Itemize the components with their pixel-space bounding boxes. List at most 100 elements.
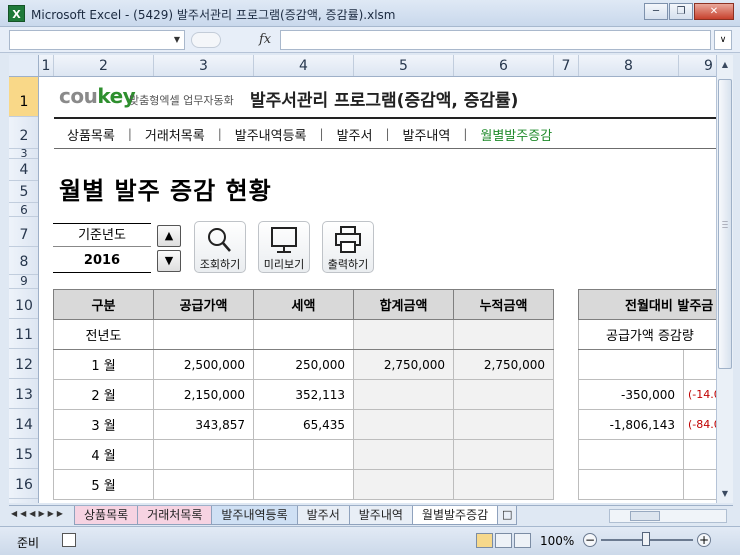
supply-cell[interactable]: 2,500,000	[153, 349, 254, 380]
row-header[interactable]: 4	[9, 159, 38, 181]
total-cell[interactable]	[353, 379, 454, 410]
change-amount-cell[interactable]	[578, 469, 684, 500]
supply-cell[interactable]	[153, 439, 254, 470]
zoom-level[interactable]: 100%	[540, 534, 574, 548]
normal-view-icon[interactable]	[476, 533, 493, 548]
row-header[interactable]: 5	[9, 181, 38, 203]
scroll-up-icon[interactable]: ▲	[717, 57, 733, 73]
nav-item-order-history[interactable]: 발주내역	[390, 125, 464, 144]
month-label[interactable]: 1 월	[53, 349, 154, 380]
cumulative-cell[interactable]	[453, 409, 554, 440]
month-label[interactable]: 4 월	[53, 439, 154, 470]
nav-item-clients[interactable]: 거래처목록	[132, 125, 218, 144]
row-header[interactable]: 3	[9, 148, 38, 159]
column-header[interactable]: 4	[254, 55, 354, 76]
minimize-button[interactable]: ─	[644, 3, 668, 20]
change-rate-cell[interactable]: (-14.0%	[683, 379, 716, 410]
search-button[interactable]: 조회하기	[194, 221, 246, 273]
tax-cell[interactable]	[253, 439, 354, 470]
tax-cell[interactable]: 65,435	[253, 409, 354, 440]
zoom-out-icon[interactable]: −	[583, 533, 597, 547]
name-box[interactable]: ▼	[9, 30, 185, 50]
row-header[interactable]: 7	[9, 217, 38, 247]
base-year-value[interactable]: 2016	[53, 248, 151, 273]
column-header[interactable]: 9	[679, 55, 716, 76]
sheet-tab-purchase-order[interactable]: 발주서	[296, 506, 350, 525]
column-header[interactable]: 6	[454, 55, 554, 76]
row-header[interactable]: 11	[9, 319, 38, 349]
row-header[interactable]: 1	[9, 77, 38, 117]
zoom-slider-thumb[interactable]	[642, 532, 650, 546]
cell[interactable]	[353, 319, 454, 350]
sheet-tab-order-entry[interactable]: 발주내역등록	[211, 506, 298, 525]
change-amount-cell[interactable]	[578, 439, 684, 470]
vertical-scrollbar[interactable]: ▲ — — — ▼	[716, 55, 733, 503]
zoom-in-icon[interactable]: +	[697, 533, 711, 547]
change-amount-cell[interactable]: -350,000	[578, 379, 684, 410]
sheet-tab-order-history[interactable]: 발주내역	[348, 506, 413, 525]
row-header[interactable]: 9	[9, 275, 38, 289]
change-amount-cell[interactable]: -1,806,143	[578, 409, 684, 440]
total-cell[interactable]	[353, 439, 454, 470]
tax-cell[interactable]: 352,113	[253, 379, 354, 410]
column-header[interactable]: 1	[39, 55, 54, 76]
preview-button[interactable]: 미리보기	[258, 221, 310, 273]
row-header[interactable]: 10	[9, 289, 38, 319]
page-break-view-icon[interactable]	[514, 533, 531, 548]
column-header[interactable]: 8	[579, 55, 679, 76]
nav-item-products[interactable]: 상품목록	[54, 125, 128, 144]
total-cell[interactable]	[353, 409, 454, 440]
year-down-button[interactable]: ▼	[157, 250, 181, 272]
cumulative-cell[interactable]	[453, 379, 554, 410]
print-button[interactable]: 출력하기	[322, 221, 374, 273]
select-all-corner[interactable]	[9, 55, 39, 77]
cell[interactable]	[453, 319, 554, 350]
change-rate-cell[interactable]	[683, 469, 716, 500]
macro-record-icon[interactable]	[62, 533, 76, 547]
sheet-tab-clients[interactable]: 거래처목록	[137, 506, 213, 525]
year-up-button[interactable]: ▲	[157, 225, 181, 247]
supply-cell[interactable]: 2,150,000	[153, 379, 254, 410]
row-header[interactable]: 14	[9, 409, 38, 439]
cumulative-cell[interactable]	[453, 469, 554, 500]
cumulative-cell[interactable]	[453, 439, 554, 470]
supply-cell[interactable]	[153, 469, 254, 500]
change-rate-cell[interactable]	[683, 439, 716, 470]
column-header[interactable]: 3	[154, 55, 254, 76]
sheet-tab-products[interactable]: 상품목록	[74, 506, 139, 525]
nav-item-monthly-change[interactable]: 월별발주증감	[467, 125, 565, 144]
insert-function-icon[interactable]: fx	[259, 32, 271, 47]
nav-item-purchase-order[interactable]: 발주서	[324, 125, 386, 144]
tab-navigation-icons[interactable]: ◀◀◀▶▶▶	[11, 509, 66, 518]
cell[interactable]	[153, 319, 254, 350]
horizontal-scrollbar[interactable]	[609, 509, 727, 523]
scrollbar-thumb[interactable]: — — —	[718, 79, 732, 369]
cell[interactable]	[253, 319, 354, 350]
column-header[interactable]: 2	[54, 55, 154, 76]
change-amount-cell[interactable]	[578, 349, 684, 380]
column-header[interactable]: 7	[554, 55, 579, 76]
cumulative-cell[interactable]: 2,750,000	[453, 349, 554, 380]
supply-cell[interactable]: 343,857	[153, 409, 254, 440]
tax-cell[interactable]: 250,000	[253, 349, 354, 380]
horizontal-scrollbar-thumb[interactable]	[630, 511, 660, 521]
month-label[interactable]: 5 월	[53, 469, 154, 500]
month-label[interactable]: 3 월	[53, 409, 154, 440]
worksheet[interactable]: coukey 맞춤형엑셀 업무자동화 발주서관리 프로그램(증감액, 증감률) …	[39, 77, 716, 503]
prev-year-label[interactable]: 전년도	[53, 319, 154, 350]
page-layout-view-icon[interactable]	[495, 533, 512, 548]
close-button[interactable]: ✕	[694, 3, 734, 20]
row-header[interactable]: 12	[9, 349, 38, 379]
row-header[interactable]: 8	[9, 247, 38, 275]
column-header[interactable]: 5	[354, 55, 454, 76]
scroll-down-icon[interactable]: ▼	[717, 486, 733, 502]
excel-app-icon[interactable]: X	[8, 5, 25, 22]
change-rate-cell[interactable]	[683, 349, 716, 380]
nav-item-order-entry[interactable]: 발주내역등록	[222, 125, 320, 144]
formula-input[interactable]	[280, 30, 711, 50]
total-cell[interactable]	[353, 469, 454, 500]
formula-divider-handle[interactable]	[191, 32, 221, 48]
restore-button[interactable]: ❐	[669, 3, 693, 20]
row-header[interactable]: 16	[9, 469, 38, 499]
tax-cell[interactable]	[253, 469, 354, 500]
